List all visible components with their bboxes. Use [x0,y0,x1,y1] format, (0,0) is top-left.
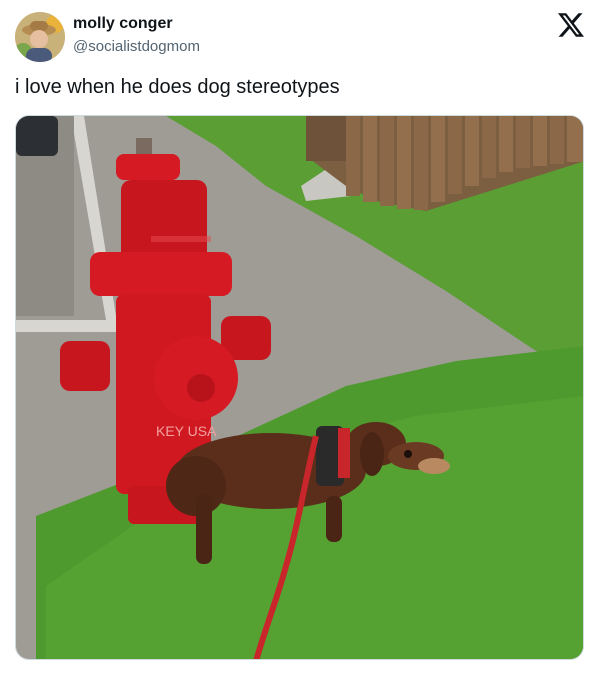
author-name[interactable]: molly conger [73,15,173,33]
x-logo-icon[interactable] [558,12,584,38]
photo-scene: KEY USA [16,116,583,659]
avatar[interactable] [15,12,65,62]
author-handle[interactable]: @socialistdogmom [73,38,200,55]
hydrant-marking: KEY USA [156,423,217,439]
tweet-text: i love when he does dog stereotypes [15,76,340,98]
tweet-header: molly conger @socialistdogmom [15,10,584,64]
avatar-photo-icon [15,12,65,62]
tweet-photo[interactable]: KEY USA [15,115,584,660]
tweet-card: molly conger @socialistdogmom i love whe… [0,0,599,674]
car [16,116,58,156]
